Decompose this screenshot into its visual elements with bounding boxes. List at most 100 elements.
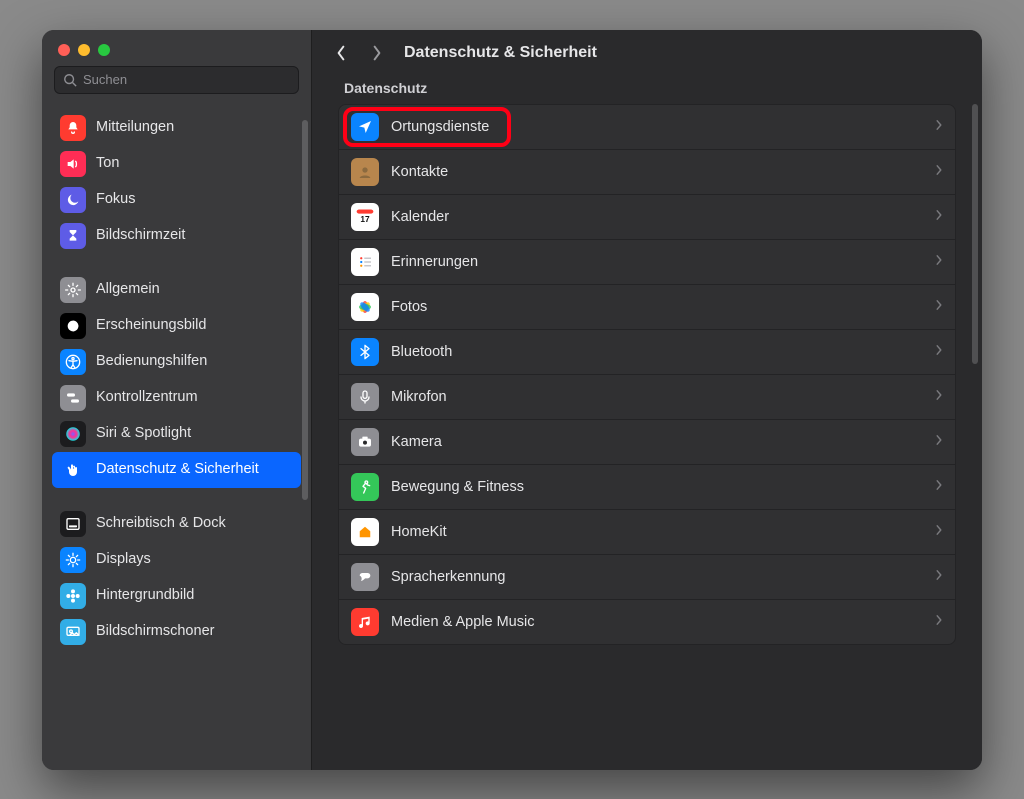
location-icon [351,113,379,141]
page-title: Datenschutz & Sicherheit [404,44,597,62]
row-label: Mikrofon [391,389,447,405]
row-label: Fotos [391,299,427,315]
privacy-row-media[interactable]: Medien & Apple Music [339,599,955,644]
sidebar-item-label: Bildschirmzeit [96,227,185,244]
sidebar-item-notifications[interactable]: Mitteilungen [52,110,301,146]
photos-icon [351,293,379,321]
speech-icon [351,563,379,591]
sidebar-item-focus[interactable]: Fokus [52,182,301,218]
sidebar-scrollbar[interactable] [302,120,308,500]
switches-icon [60,385,86,411]
chevron-right-icon [935,119,943,135]
flower-icon [60,583,86,609]
sidebar-item-sound[interactable]: Ton [52,146,301,182]
brightness-icon [60,547,86,573]
chevron-right-icon [935,254,943,270]
bell-icon [60,115,86,141]
chevron-right-icon [935,299,943,315]
sidebar-item-accessibility[interactable]: Bedienungshilfen [52,344,301,380]
privacy-row-location[interactable]: Ortungsdienste [339,105,955,149]
sidebar-item-appearance[interactable]: Erscheinungsbild [52,308,301,344]
back-button[interactable] [332,44,350,62]
row-label: Medien & Apple Music [391,614,534,630]
screensaver-icon [60,619,86,645]
sidebar-item-desktop-dock[interactable]: Schreibtisch & Dock [52,506,301,542]
privacy-row-bluetooth[interactable]: Bluetooth [339,329,955,374]
privacy-row-speech[interactable]: Spracherkennung [339,554,955,599]
zoom-window-button[interactable] [98,44,110,56]
main-content[interactable]: Datenschutz OrtungsdiensteKontakte 17 Kale… [312,76,982,770]
sidebar-item-label: Mitteilungen [96,119,174,136]
section-label: Datenschutz [338,76,956,104]
settings-window: Mitteilungen Ton Fokus Bildschirmzeit Allgem… [42,30,982,770]
hourglass-icon [60,223,86,249]
forward-button[interactable] [368,44,386,62]
privacy-row-camera[interactable]: Kamera [339,419,955,464]
chevron-right-icon [935,434,943,450]
svg-text:17: 17 [360,214,370,224]
reminders-icon [351,248,379,276]
calendar-icon: 17 [351,203,379,231]
sidebar-item-label: Fokus [96,191,136,208]
privacy-row-reminders[interactable]: Erinnerungen [339,239,955,284]
search-icon [63,73,77,87]
privacy-row-contacts[interactable]: Kontakte [339,149,955,194]
chevron-right-icon [935,389,943,405]
sidebar-item-label: Kontrollzentrum [96,389,198,406]
search-input[interactable] [83,72,290,87]
sidebar: Mitteilungen Ton Fokus Bildschirmzeit Allgem… [42,30,312,770]
close-window-button[interactable] [58,44,70,56]
sidebar-item-label: Erscheinungsbild [96,317,206,334]
sidebar-item-screensaver[interactable]: Bildschirmschoner [52,614,301,650]
sidebar-item-label: Bildschirmschoner [96,623,214,640]
row-label: Kalender [391,209,449,225]
privacy-row-photos[interactable]: Fotos [339,284,955,329]
sidebar-item-label: Siri & Spotlight [96,425,191,442]
camera-icon [351,428,379,456]
contacts-icon [351,158,379,186]
siri-icon [60,421,86,447]
appearance-icon [60,313,86,339]
sidebar-item-displays[interactable]: Displays [52,542,301,578]
privacy-row-calendar[interactable]: 17 Kalender [339,194,955,239]
chevron-right-icon [935,524,943,540]
music-icon [351,608,379,636]
sidebar-list[interactable]: Mitteilungen Ton Fokus Bildschirmzeit Allgem… [42,104,311,770]
row-label: Bluetooth [391,344,452,360]
sidebar-item-control-center[interactable]: Kontrollzentrum [52,380,301,416]
speaker-icon [60,151,86,177]
homekit-icon [351,518,379,546]
sidebar-item-label: Schreibtisch & Dock [96,515,226,532]
sidebar-item-label: Ton [96,155,119,172]
moon-icon [60,187,86,213]
privacy-row-motion[interactable]: Bewegung & Fitness [339,464,955,509]
privacy-row-homekit[interactable]: HomeKit [339,509,955,554]
chevron-right-icon [935,569,943,585]
gear-icon [60,277,86,303]
main-scrollbar[interactable] [972,104,978,364]
row-label: Spracherkennung [391,569,505,585]
chevron-right-icon [935,164,943,180]
sidebar-item-label: Allgemein [96,281,160,298]
privacy-panel: OrtungsdiensteKontakte 17 Kalender Erinneru… [338,104,956,645]
sidebar-item-screentime[interactable]: Bildschirmzeit [52,218,301,254]
microphone-icon [351,383,379,411]
sidebar-item-label: Datenschutz & Sicherheit [96,461,259,478]
sidebar-item-privacy[interactable]: Datenschutz & Sicherheit [52,452,301,488]
sidebar-item-general[interactable]: Allgemein [52,272,301,308]
chevron-right-icon [935,209,943,225]
sidebar-item-label: Displays [96,551,151,568]
chevron-right-icon [935,344,943,360]
chevron-right-icon [935,479,943,495]
row-label: Bewegung & Fitness [391,479,524,495]
privacy-row-microphone[interactable]: Mikrofon [339,374,955,419]
sidebar-item-siri[interactable]: Siri & Spotlight [52,416,301,452]
titlebar: Datenschutz & Sicherheit [312,30,982,76]
minimize-window-button[interactable] [78,44,90,56]
sidebar-item-label: Bedienungshilfen [96,353,207,370]
search-field[interactable] [54,66,299,94]
sidebar-item-wallpaper[interactable]: Hintergrundbild [52,578,301,614]
chevron-right-icon [935,614,943,630]
chevron-right-icon [372,45,382,61]
sidebar-item-label: Hintergrundbild [96,587,194,604]
